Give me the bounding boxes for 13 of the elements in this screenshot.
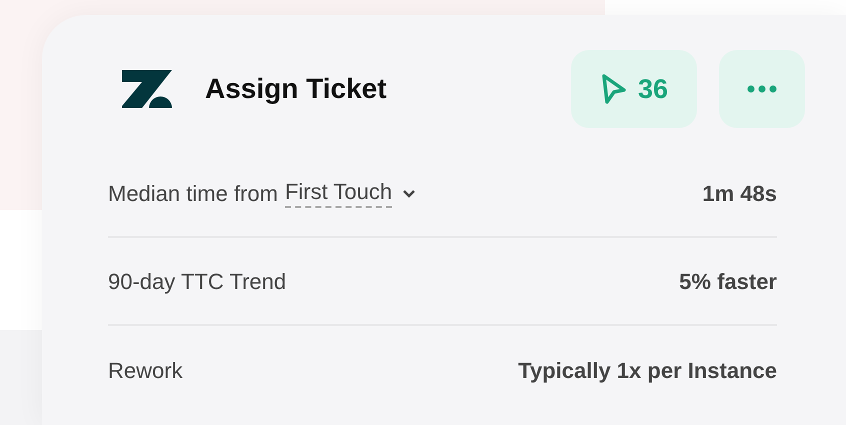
- metric-value: Typically 1x per Instance: [518, 356, 777, 385]
- metric-label: 90-day TTC Trend: [108, 268, 286, 296]
- more-button[interactable]: [719, 50, 805, 128]
- card-title: Assign Ticket: [205, 72, 388, 106]
- chevron-down-icon: [402, 188, 416, 198]
- metric-dropdown[interactable]: First Touch: [284, 178, 416, 208]
- metric-value: 1m 48s: [702, 180, 777, 208]
- more-icon: [747, 85, 777, 93]
- metric-label: Median time from: [108, 180, 278, 208]
- metric-value: 5% faster: [679, 268, 777, 296]
- cursor-icon: [600, 73, 628, 105]
- metric-label: Rework: [108, 356, 183, 384]
- logo-icon: [122, 70, 172, 108]
